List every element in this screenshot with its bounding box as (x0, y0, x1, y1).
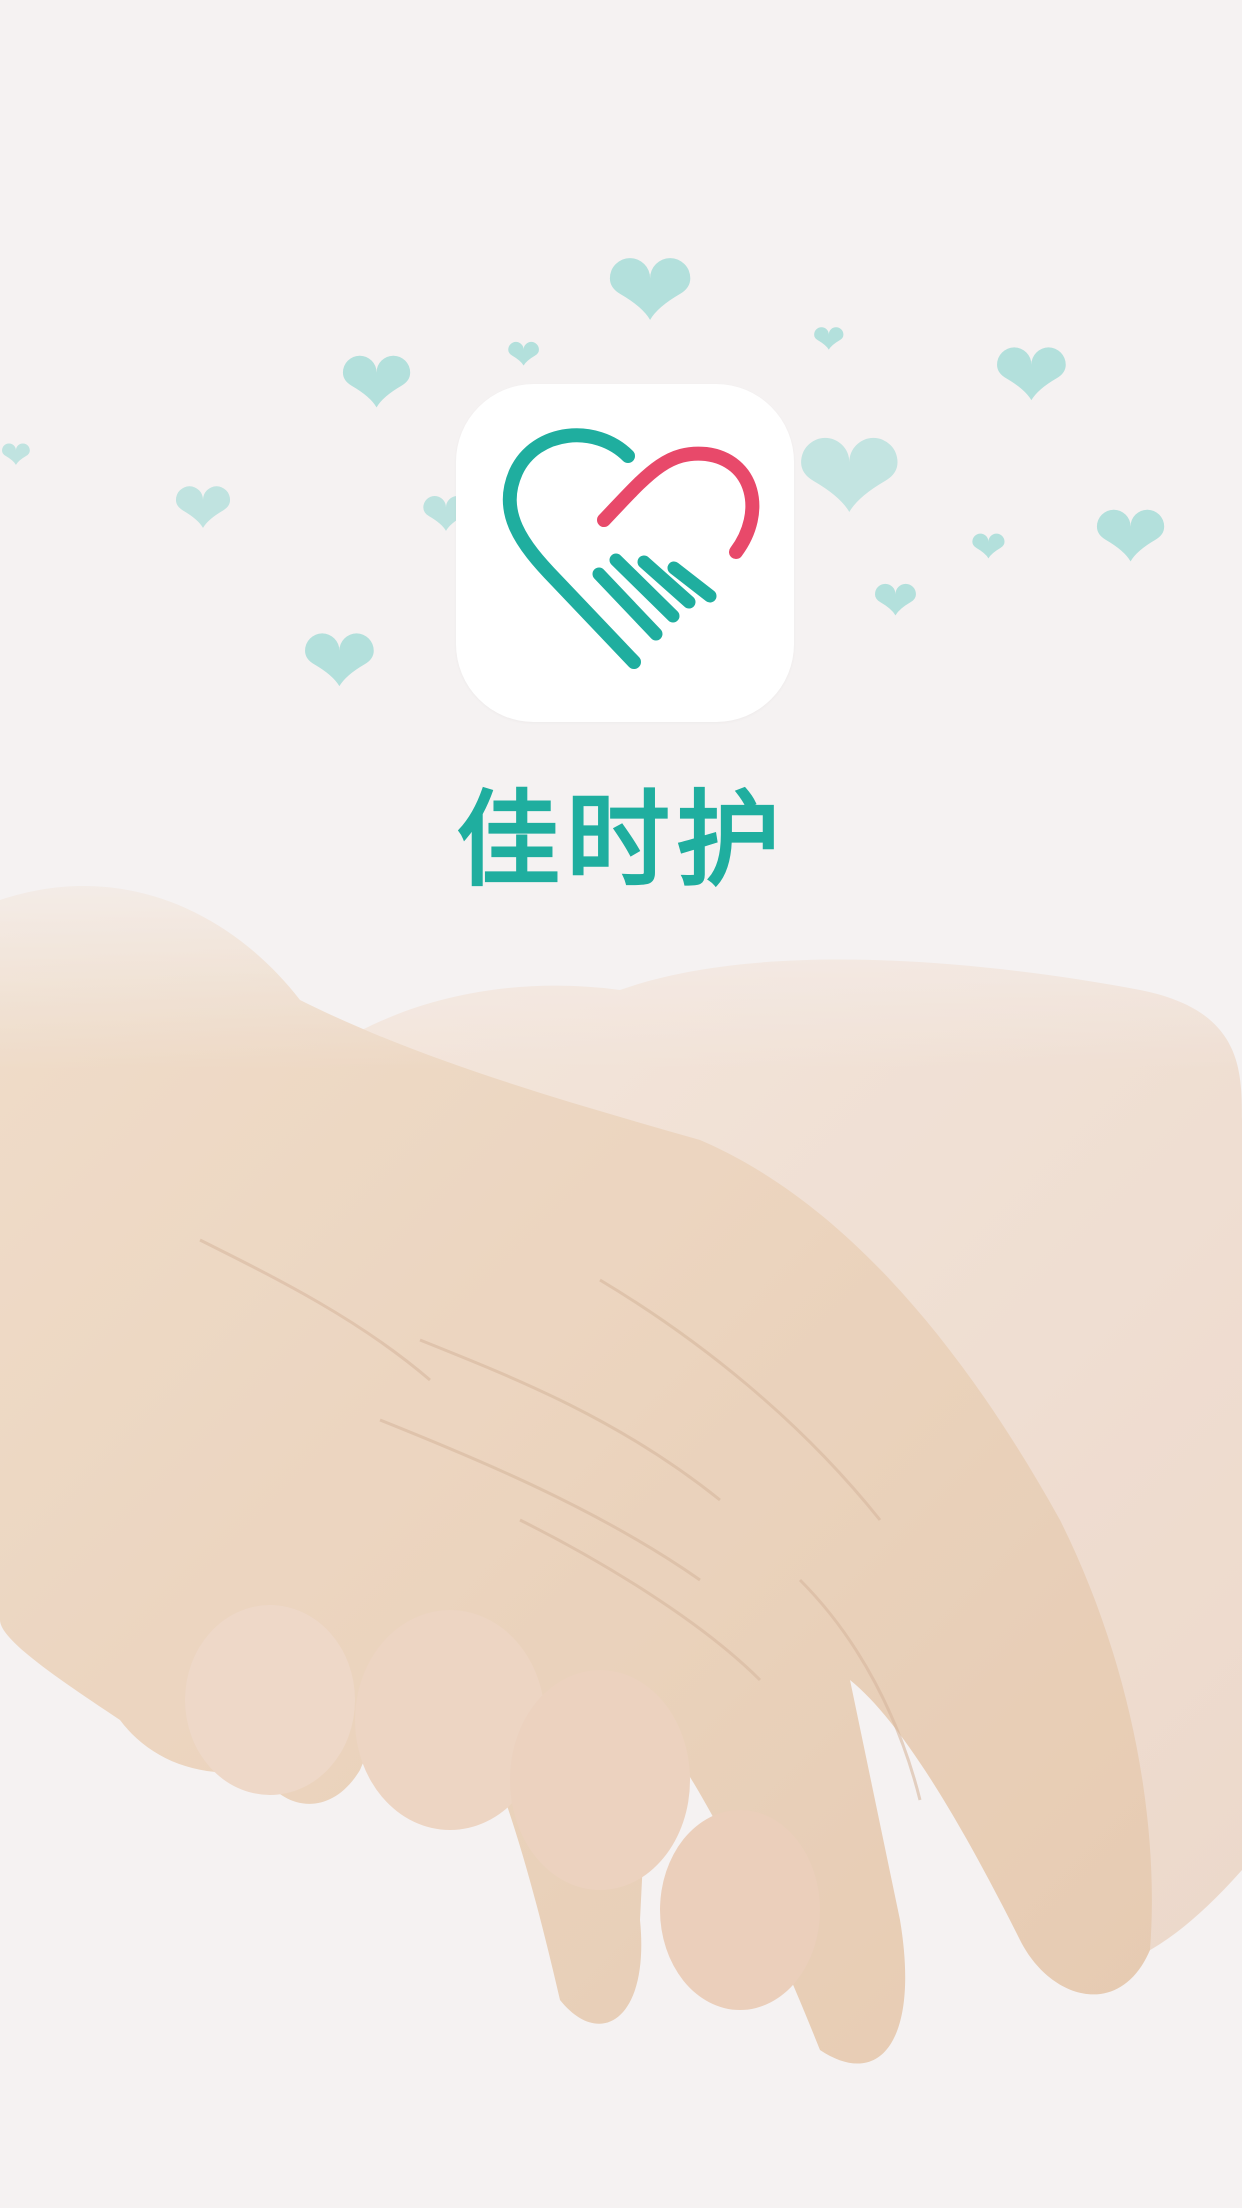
heart-icon: ❤ (812, 317, 846, 363)
heart-icon: ❤ (604, 227, 697, 355)
heart-icon: ❤ (172, 466, 235, 552)
heart-icon: ❤ (1092, 484, 1170, 591)
heart-icon: ❤ (506, 330, 542, 379)
splash-screen: ❤ ❤ ❤ ❤ ❤ ❤ ❤ ❤ ❤ ❤ ❤ ❤ ❤ 佳时护 (0, 0, 1242, 2208)
heart-icon: ❤ (970, 522, 1007, 573)
heart-icon: ❤ (338, 330, 416, 437)
heart-icon: ❤ (300, 608, 379, 717)
app-logo (456, 384, 794, 722)
heart-hands-icon (502, 428, 760, 669)
heart-icon: ❤ (0, 433, 32, 477)
holding-hands-photo (0, 820, 1242, 2208)
heart-icon: ❤ (794, 401, 905, 555)
app-name: 佳时护 (455, 779, 786, 901)
heart-icon: ❤ (992, 322, 1071, 431)
heart-icon: ❤ (872, 569, 919, 634)
